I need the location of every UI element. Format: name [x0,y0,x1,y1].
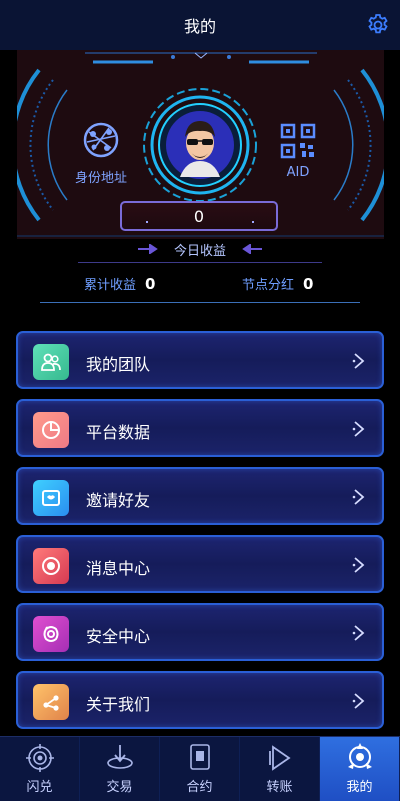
tab-label: 转账 [266,780,293,795]
globe-network-icon [83,122,119,158]
stat-node-dividend: 节点分红 0 [242,274,314,294]
today-earnings-label: 今日收益 [173,243,226,259]
bottom-tab-bar: 闪兑 交易 合约 转账 我的 [0,736,400,801]
today-earnings-row: 今日收益 [0,236,400,262]
menu-item-message-center[interactable]: 消息中心 [16,535,384,593]
stats-row: 累计收益 0 节点分红 0 [0,274,400,294]
profile-hero: 身份地址 AID 0 [17,50,384,239]
tab-flash-swap[interactable]: 闪兑 [0,737,80,801]
stat-cumulative: 累计收益 0 [84,274,156,294]
box-dot-right [252,221,254,223]
chevron-right-icon [352,489,365,505]
menu-item-my-team[interactable]: 我的团队 [16,331,384,389]
chevron-right-icon [352,693,365,709]
team-icon [33,344,69,380]
swap-target-icon [25,744,54,772]
menu-label: 安全中心 [86,627,151,646]
divider [40,302,360,303]
box-dot-left [146,221,148,223]
chevron-right-icon [352,421,365,437]
chevron-right-icon [352,625,365,641]
share-nodes-icon [33,684,69,720]
stat-label: 节点分红 [242,278,295,293]
app-header: 我的 [0,0,400,50]
menu-item-about-us[interactable]: 关于我们 [16,671,384,729]
pie-chart-icon [33,412,69,448]
today-earnings-value: 0 [193,206,205,226]
menu-label: 平台数据 [86,423,151,442]
tab-label: 合约 [186,780,213,795]
contract-icon [189,744,210,770]
today-earnings-value-box: 0 [120,201,278,231]
arrow-right-icon [137,244,158,254]
tab-trade[interactable]: 交易 [80,737,160,801]
tab-transfer[interactable]: 转账 [240,737,320,801]
menu-label: 消息中心 [86,559,151,578]
tab-label: 交易 [106,780,133,795]
tab-label: 闪兑 [26,780,53,795]
tab-contract[interactable]: 合约 [160,737,240,801]
chevron-right-icon [352,557,365,573]
tab-mine[interactable]: 我的 [320,737,400,801]
stat-value: 0 [303,274,314,293]
menu-item-security-center[interactable]: 安全中心 [16,603,384,661]
message-icon [33,548,69,584]
invite-envelope-icon [33,480,69,516]
qr-code-icon [280,123,316,159]
menu-item-platform-data[interactable]: 平台数据 [16,399,384,457]
gear-icon[interactable] [366,13,390,37]
transfer-icon [268,745,291,771]
identity-address-label: 身份地址 [74,171,127,186]
shield-icon [33,616,69,652]
chevron-right-icon [352,353,365,369]
menu-label: 关于我们 [86,695,151,714]
page-title: 我的 [183,17,216,36]
aid-label: AID [286,165,310,180]
trade-icon [106,745,133,769]
divider [78,262,322,263]
arrow-left-icon [242,244,262,254]
avatar[interactable] [140,85,260,205]
tab-label: 我的 [346,780,373,795]
stat-value: 0 [145,274,156,293]
menu-item-invite-friends[interactable]: 邀请好友 [16,467,384,525]
menu-label: 我的团队 [86,355,151,374]
profile-icon [347,743,372,769]
menu-label: 邀请好友 [86,491,151,510]
stat-label: 累计收益 [84,278,137,293]
